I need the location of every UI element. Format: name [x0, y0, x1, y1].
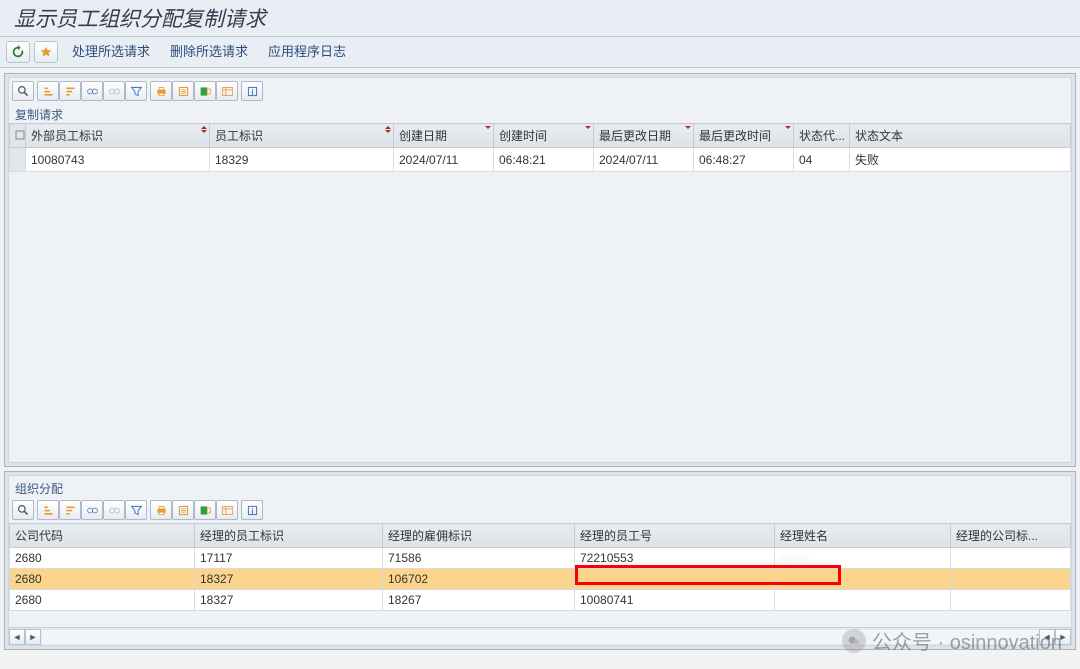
col-mgr-company[interactable]: 经理的公司标...	[951, 524, 1071, 548]
cell-mgr-hire-id: 106702	[383, 569, 575, 590]
upper-toolbar: i	[9, 78, 1071, 104]
cell-create-time: 06:48:21	[494, 148, 594, 172]
col-status-text[interactable]: 状态文本	[850, 124, 1071, 148]
lower-header-row: 公司代码 经理的员工标识 经理的雇佣标识 经理的员工号 经理姓名 经理的公司标.…	[10, 524, 1071, 548]
table-row[interactable]: 2680 17117 71586 72210553 ··· ···	[10, 548, 1071, 569]
find-next-icon[interactable]	[103, 81, 125, 101]
find-icon[interactable]	[81, 500, 103, 520]
col-status-code[interactable]: 状态代...	[794, 124, 850, 148]
cell-mgr-company	[951, 548, 1071, 569]
col-mgr-name[interactable]: 经理姓名	[775, 524, 951, 548]
copy-request-grid: 外部员工标识 员工标识 创建日期 创建时间 最后更改日期 最后更改时间 状态代.…	[9, 123, 1071, 462]
col-ext-emp-id[interactable]: 外部员工标识	[26, 124, 210, 148]
scroll-left-icon[interactable]: ◄	[9, 629, 25, 645]
sort-desc-icon[interactable]	[59, 81, 81, 101]
filter-icon[interactable]	[125, 81, 147, 101]
table-row[interactable]: 2680 18327 106702	[10, 569, 1071, 590]
info-icon[interactable]: i	[241, 500, 263, 520]
cell-mgr-company	[951, 590, 1071, 611]
cell-mgr-company	[951, 569, 1071, 590]
col-mgr-emp-id[interactable]: 经理的员工标识	[195, 524, 383, 548]
col-last-time[interactable]: 最后更改时间	[694, 124, 794, 148]
cell-mgr-name	[775, 569, 951, 590]
table-row[interactable]: 10080743 18329 2024/07/11 06:48:21 2024/…	[10, 148, 1071, 172]
col-mgr-emp-no[interactable]: 经理的员工号	[575, 524, 775, 548]
cell-mgr-emp-id: 18327	[195, 569, 383, 590]
scroll-right-icon[interactable]: ►	[25, 629, 41, 645]
scroll-right-end-icon[interactable]: ►	[1055, 629, 1071, 645]
svg-text:i: i	[251, 87, 253, 96]
cell-mgr-emp-no	[575, 569, 775, 590]
col-mgr-hire-id[interactable]: 经理的雇佣标识	[383, 524, 575, 548]
cell-mgr-name	[775, 590, 951, 611]
cell-company: 2680	[10, 569, 195, 590]
cell-ext-emp-id: 10080743	[26, 148, 210, 172]
cell-emp-id: 18329	[210, 148, 394, 172]
col-create-date[interactable]: 创建日期	[394, 124, 494, 148]
cell-company: 2680	[10, 590, 195, 611]
row-selector[interactable]	[10, 148, 26, 172]
svg-text:i: i	[251, 506, 253, 515]
excel-icon[interactable]	[194, 500, 216, 520]
col-company[interactable]: 公司代码	[10, 524, 195, 548]
cell-mgr-hire-id: 18267	[383, 590, 575, 611]
cell-create-date: 2024/07/11	[394, 148, 494, 172]
page-title: 显示员工组织分配复制请求	[14, 3, 266, 33]
row-selector-header[interactable]	[10, 124, 26, 148]
sort-asc-icon[interactable]	[37, 81, 59, 101]
copy-request-panel: i 复制请求 外部员工标识 员工标识 创建日期 创建时间 最后更改日期 最后更改…	[4, 73, 1076, 467]
find-next-icon[interactable]	[103, 500, 125, 520]
scroll-left-end-icon[interactable]: ◄	[1039, 629, 1055, 645]
cell-mgr-emp-id: 17117	[195, 548, 383, 569]
upper-header-row: 外部员工标识 员工标识 创建日期 创建时间 最后更改日期 最后更改时间 状态代.…	[10, 124, 1071, 148]
info-icon[interactable]: i	[241, 81, 263, 101]
org-assignment-grid: 公司代码 经理的员工标识 经理的雇佣标识 经理的员工号 经理姓名 经理的公司标.…	[9, 523, 1071, 627]
title-bar: 显示员工组织分配复制请求	[0, 0, 1080, 36]
cell-last-time: 06:48:27	[694, 148, 794, 172]
upper-empty-area	[9, 172, 1071, 462]
cell-mgr-name: ··· ···	[775, 548, 951, 569]
settings-button[interactable]	[34, 41, 58, 63]
find-icon[interactable]	[81, 81, 103, 101]
layout-icon[interactable]	[216, 81, 238, 101]
process-selected-menu[interactable]: 处理所选请求	[62, 38, 160, 66]
cell-mgr-emp-no: 10080741	[575, 590, 775, 611]
cell-mgr-emp-id: 18327	[195, 590, 383, 611]
cell-company: 2680	[10, 548, 195, 569]
filter-icon[interactable]	[125, 500, 147, 520]
detail-icon[interactable]	[12, 81, 34, 101]
cell-mgr-hire-id: 71586	[383, 548, 575, 569]
cell-last-date: 2024/07/11	[594, 148, 694, 172]
sort-desc-icon[interactable]	[59, 500, 81, 520]
excel-icon[interactable]	[194, 81, 216, 101]
export-icon[interactable]	[172, 500, 194, 520]
org-assignment-panel: 组织分配 i 公司代码	[4, 471, 1076, 650]
cell-mgr-emp-no: 72210553	[575, 548, 775, 569]
table-row[interactable]: 2680 18327 18267 10080741	[10, 590, 1071, 611]
delete-selected-menu[interactable]: 删除所选请求	[160, 38, 258, 66]
print-icon[interactable]	[150, 500, 172, 520]
app-log-menu[interactable]: 应用程序日志	[258, 38, 356, 66]
col-emp-id[interactable]: 员工标识	[210, 124, 394, 148]
cell-status-code: 04	[794, 148, 850, 172]
horizontal-scrollbar[interactable]: ◄ ► ◄ ►	[9, 627, 1071, 645]
app-toolbar: 处理所选请求 删除所选请求 应用程序日志	[0, 36, 1080, 68]
scroll-track[interactable]	[42, 630, 1038, 644]
export-icon[interactable]	[172, 81, 194, 101]
detail-icon[interactable]	[12, 500, 34, 520]
cell-status-text: 失败	[850, 148, 1071, 172]
col-last-date[interactable]: 最后更改日期	[594, 124, 694, 148]
refresh-button[interactable]	[6, 41, 30, 63]
layout-icon[interactable]	[216, 500, 238, 520]
print-icon[interactable]	[150, 81, 172, 101]
lower-caption: 组织分配	[9, 476, 1071, 497]
sort-asc-icon[interactable]	[37, 500, 59, 520]
col-create-time[interactable]: 创建时间	[494, 124, 594, 148]
upper-caption: 复制请求	[9, 104, 1071, 123]
lower-toolbar: i	[9, 497, 1071, 523]
